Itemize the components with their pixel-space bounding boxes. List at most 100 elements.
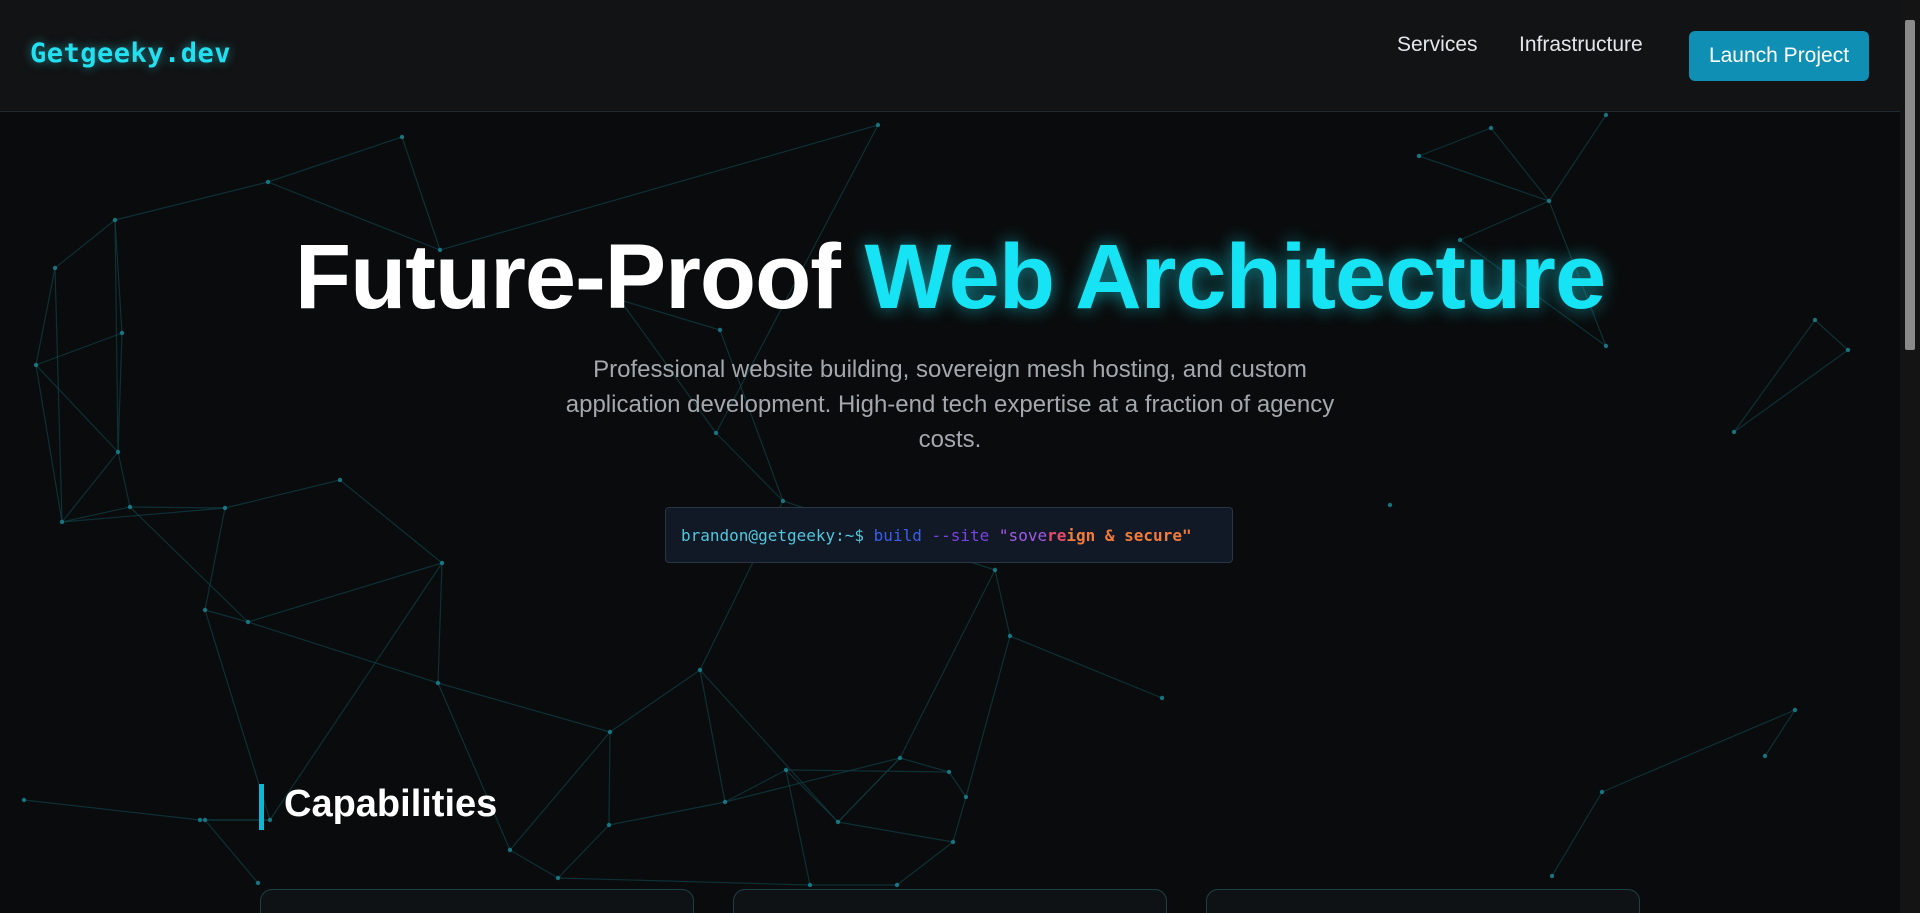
- terminal-prompt: brandon@getgeeky:~$: [681, 526, 865, 545]
- mesh-node: [112, 217, 118, 223]
- mesh-node: [1387, 502, 1393, 508]
- mesh-node: [265, 179, 271, 185]
- mesh-link: [557, 877, 811, 886]
- mesh-link: [509, 731, 611, 851]
- mesh-node: [59, 519, 65, 525]
- mesh-node: [1845, 347, 1851, 353]
- mesh-node: [1762, 753, 1768, 759]
- mesh-link: [114, 181, 269, 221]
- mesh-node: [222, 505, 228, 511]
- mesh-node: [1488, 125, 1494, 131]
- mesh-link: [1009, 635, 1163, 699]
- terminal-flag: --site: [931, 526, 990, 545]
- mesh-link: [437, 562, 443, 684]
- mesh-node: [1007, 633, 1013, 639]
- site-logo[interactable]: Getgeeky.dev: [30, 38, 231, 69]
- mesh-node: [245, 619, 251, 625]
- mesh-link: [509, 849, 559, 879]
- mesh-node: [435, 680, 441, 686]
- mesh-node: [1603, 343, 1609, 349]
- nav-link-services[interactable]: Services: [1397, 33, 1478, 57]
- terminal-string: "sovereign & secure": [999, 526, 1192, 545]
- mesh-link: [837, 757, 901, 823]
- launch-project-button[interactable]: Launch Project: [1689, 31, 1869, 81]
- mesh-node: [197, 817, 203, 823]
- vertical-scrollbar[interactable]: [1900, 0, 1920, 913]
- mesh-link: [1551, 791, 1603, 877]
- mesh-link: [204, 507, 226, 611]
- mesh-link: [965, 635, 1011, 798]
- capability-card[interactable]: [260, 889, 694, 913]
- terminal-string-part: ign &: [1066, 526, 1125, 545]
- mesh-link: [1733, 349, 1849, 433]
- mesh-link: [129, 506, 226, 509]
- mesh-node: [1159, 695, 1165, 701]
- mesh-link: [952, 796, 967, 843]
- capability-card[interactable]: [733, 889, 1167, 913]
- capability-card[interactable]: [1206, 889, 1640, 913]
- mesh-link: [204, 819, 259, 884]
- mesh-node: [606, 822, 612, 828]
- mesh-node: [1549, 873, 1555, 879]
- mesh-link: [224, 479, 341, 509]
- terminal-command-box: brandon@getgeeky:~$ build --site "sovere…: [665, 507, 1233, 563]
- mesh-link: [437, 682, 611, 733]
- mesh-node: [115, 449, 121, 455]
- mesh-node: [950, 839, 956, 845]
- mesh-link: [1418, 127, 1492, 157]
- hero-title: Future-Proof Web Architecture: [0, 225, 1900, 330]
- mesh-node: [555, 875, 561, 881]
- mesh-node: [1546, 198, 1552, 204]
- terminal-string-part: re: [1047, 526, 1067, 545]
- mesh-link: [948, 771, 967, 798]
- mesh-node: [1416, 153, 1422, 159]
- mesh-node: [897, 755, 903, 761]
- mesh-link: [837, 821, 954, 843]
- mesh-link: [699, 669, 726, 803]
- terminal-string-part: secure": [1124, 526, 1192, 545]
- capabilities-accent-bar: [259, 784, 264, 830]
- mesh-node: [992, 567, 998, 573]
- mesh-link: [267, 136, 403, 183]
- mesh-node: [835, 819, 841, 825]
- mesh-node: [783, 767, 789, 773]
- mesh-link: [608, 731, 611, 826]
- mesh-node: [202, 817, 208, 823]
- mesh-node: [21, 797, 27, 803]
- mesh-link: [339, 479, 443, 564]
- mesh-link: [1418, 155, 1550, 202]
- mesh-link: [699, 669, 839, 823]
- mesh-node: [255, 880, 261, 886]
- hero-title-highlight: Web Architecture: [864, 226, 1606, 328]
- mesh-node: [507, 847, 513, 853]
- mesh-node: [1792, 707, 1798, 713]
- mesh-link: [1548, 114, 1607, 202]
- mesh-node: [267, 817, 273, 823]
- mesh-node: [1603, 112, 1609, 118]
- terminal-string-part: "sove: [998, 526, 1048, 545]
- mesh-node: [963, 794, 969, 800]
- mesh-link: [129, 506, 249, 623]
- mesh-link: [35, 332, 123, 366]
- mesh-link: [724, 769, 787, 803]
- mesh-link: [899, 569, 996, 759]
- mesh-node: [439, 560, 445, 566]
- mesh-link: [724, 757, 901, 803]
- mesh-link: [785, 769, 950, 773]
- mesh-node: [1599, 789, 1605, 795]
- mesh-link: [609, 669, 701, 733]
- mesh-node: [337, 477, 343, 483]
- mesh-link: [1490, 127, 1550, 202]
- mesh-link: [23, 799, 201, 821]
- mesh-link: [896, 841, 954, 886]
- mesh-node: [33, 362, 39, 368]
- mesh-node: [607, 729, 613, 735]
- mesh-node: [875, 122, 881, 128]
- mesh-link: [269, 562, 443, 821]
- nav-link-infrastructure[interactable]: Infrastructure: [1519, 33, 1643, 57]
- mesh-link: [608, 801, 726, 826]
- scrollbar-thumb[interactable]: [1905, 20, 1915, 350]
- mesh-node: [202, 607, 208, 613]
- page: Getgeeky.dev Services Infrastructure Lau…: [0, 0, 1920, 913]
- mesh-node: [946, 769, 952, 775]
